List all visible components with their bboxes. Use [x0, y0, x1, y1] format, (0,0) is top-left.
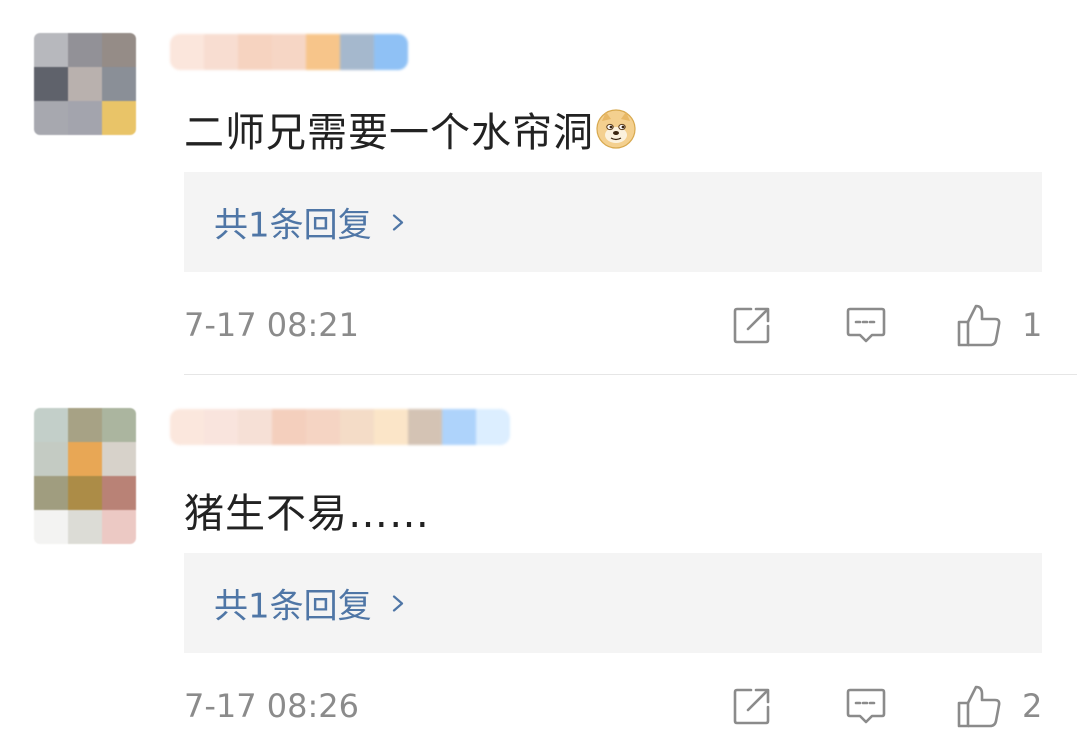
username-mosaic-tile	[340, 34, 374, 70]
reply-summary-label: 共1条回复	[214, 586, 372, 627]
comment-icon	[846, 688, 886, 724]
comment-text-body: 二师兄需要一个水帘洞	[184, 110, 594, 156]
avatar-mosaic-tile	[102, 408, 136, 442]
username-mosaic-tile	[238, 34, 272, 70]
avatar-mosaic-tile	[68, 33, 102, 67]
doge-icon	[596, 109, 636, 149]
comment-button[interactable]	[845, 304, 887, 346]
avatar-mosaic-tile	[68, 67, 102, 101]
username-mosaic-tile	[408, 409, 442, 445]
username-blurred[interactable]	[170, 34, 408, 70]
comment-item: 猪生不易…… 共1条回复 7-17 08:26 2	[0, 375, 1077, 742]
username-mosaic-tile	[306, 409, 340, 445]
like-count: 2	[1022, 687, 1043, 725]
like-button[interactable]: 2	[956, 683, 1042, 729]
avatar-mosaic-tile	[102, 476, 136, 510]
username-mosaic-tile	[204, 34, 238, 70]
avatar-mosaic-tile	[34, 67, 68, 101]
avatar[interactable]	[34, 408, 136, 544]
share-button[interactable]	[732, 305, 772, 345]
username-mosaic-tile	[374, 34, 408, 70]
thumbs-up-icon	[957, 685, 1001, 728]
comment-footer: 7-17 08:21 1	[184, 300, 1042, 350]
share-icon	[733, 688, 770, 725]
avatar-mosaic-tile	[34, 101, 68, 135]
comment-footer: 7-17 08:26 2	[184, 681, 1042, 731]
comment-text: 猪生不易……	[184, 481, 430, 539]
avatar-mosaic-tile	[102, 101, 136, 135]
avatar-mosaic-tile	[102, 442, 136, 476]
username-mosaic-tile	[272, 34, 306, 70]
username-mosaic-tile	[272, 409, 306, 445]
comment-timestamp: 7-17 08:21	[184, 306, 360, 344]
comment-item: 二师兄需要一个水帘洞 共1条回复 7-17 08:21 1	[0, 0, 1077, 374]
chevron-right-icon	[392, 595, 403, 611]
avatar-mosaic-tile	[34, 33, 68, 67]
avatar-mosaic-tile	[68, 510, 102, 544]
avatar-mosaic-tile	[34, 408, 68, 442]
avatar-mosaic-tile	[34, 476, 68, 510]
username-blurred[interactable]	[170, 409, 510, 445]
avatar-mosaic-tile	[68, 442, 102, 476]
username-mosaic-tile	[170, 409, 204, 445]
username-mosaic-tile	[238, 409, 272, 445]
comment-icon	[846, 307, 886, 343]
reply-summary-link[interactable]: 共1条回复	[214, 579, 406, 628]
avatar-mosaic-tile	[102, 33, 136, 67]
comment-text: 二师兄需要一个水帘洞	[184, 100, 636, 158]
reply-summary-label: 共1条回复	[214, 205, 372, 246]
reply-summary-link[interactable]: 共1条回复	[214, 198, 406, 247]
username-mosaic-tile	[442, 409, 476, 445]
thumbs-up-icon	[957, 304, 1001, 347]
avatar-mosaic-tile	[34, 510, 68, 544]
username-mosaic-tile	[374, 409, 408, 445]
comment-button[interactable]	[845, 685, 887, 727]
username-mosaic-tile	[306, 34, 340, 70]
username-mosaic-tile	[170, 34, 204, 70]
avatar-mosaic-tile	[68, 101, 102, 135]
reply-summary-button[interactable]: 共1条回复	[184, 172, 1042, 272]
share-button[interactable]	[732, 686, 772, 726]
avatar-mosaic-tile	[68, 476, 102, 510]
avatar-mosaic-tile	[102, 67, 136, 101]
comment-text-body: 猪生不易……	[184, 491, 430, 537]
chevron-right-icon	[392, 214, 403, 230]
comment-timestamp: 7-17 08:26	[184, 687, 360, 725]
avatar[interactable]	[34, 33, 136, 135]
share-icon	[733, 307, 770, 344]
reply-summary-button[interactable]: 共1条回复	[184, 553, 1042, 653]
username-mosaic-tile	[204, 409, 238, 445]
avatar-mosaic-tile	[34, 442, 68, 476]
username-mosaic-tile	[476, 409, 510, 445]
avatar-mosaic-tile	[102, 510, 136, 544]
avatar-mosaic-tile	[68, 408, 102, 442]
username-mosaic-tile	[340, 409, 374, 445]
like-count: 1	[1022, 306, 1043, 344]
like-button[interactable]: 1	[956, 302, 1042, 348]
